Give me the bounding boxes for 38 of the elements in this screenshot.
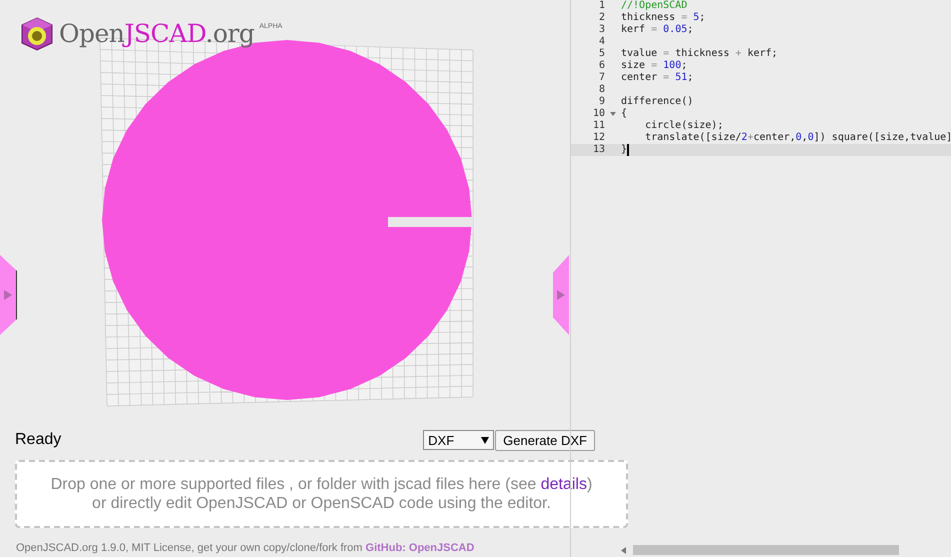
details-link[interactable]: details: [540, 476, 587, 493]
line-number: 5: [598, 48, 605, 60]
line-number: 1: [598, 0, 605, 12]
line-number: 8: [598, 84, 605, 96]
fold-caret-icon[interactable]: [610, 112, 616, 116]
line-number: 13: [592, 144, 605, 156]
line-number: 7: [598, 72, 605, 84]
code-line: kerf = 0.05;: [621, 24, 694, 36]
line-number: 4: [598, 36, 605, 48]
line-number: 11: [592, 120, 605, 132]
code-line: circle(size);: [644, 120, 724, 132]
code-line: size = 100;: [621, 60, 688, 72]
line-number: 12: [592, 132, 605, 144]
status-text: Ready: [15, 431, 62, 449]
generate-button[interactable]: Generate DXF: [495, 430, 595, 450]
code-line: translate([size/2+center,0,0]) square([size,tvalue]: [644, 132, 951, 144]
code-line: thickness = 5;: [621, 12, 706, 24]
code-line: center = 51;: [621, 72, 694, 84]
code-line: //!OpenSCAD: [621, 0, 688, 12]
code-line: difference(): [621, 96, 694, 108]
line-number: 6: [598, 60, 605, 72]
drop-instructions: Drop one or more supported files , or folder with jscad files here (see details) or directly edit OpenJSCAD or OpenSCAD code using the editor.: [50, 475, 592, 513]
cube-logo-icon: [20, 17, 54, 51]
play-icon: [557, 290, 565, 300]
caret-icon: [481, 436, 490, 444]
code-line: tvalue = thickness + kerf;: [621, 48, 778, 60]
horizontal-scrollbar[interactable]: [633, 545, 899, 555]
line-number: 2: [598, 12, 605, 24]
line-number: 10: [592, 108, 605, 120]
logo-text[interactable]: OpenJSCAD.org: [59, 17, 254, 51]
code-line: }: [621, 144, 629, 156]
drop-zone[interactable]: Drop one or more supported files , or folder with jscad files here (see details) or directly edit OpenJSCAD or OpenSCAD code using the editor.: [15, 460, 628, 528]
format-select[interactable]: DXF: [423, 430, 494, 450]
scroll-left-icon[interactable]: [621, 546, 626, 554]
line-number: 3: [598, 24, 605, 36]
line-number: 9: [598, 96, 605, 108]
play-icon: [4, 290, 12, 300]
code-line: {: [621, 108, 628, 120]
